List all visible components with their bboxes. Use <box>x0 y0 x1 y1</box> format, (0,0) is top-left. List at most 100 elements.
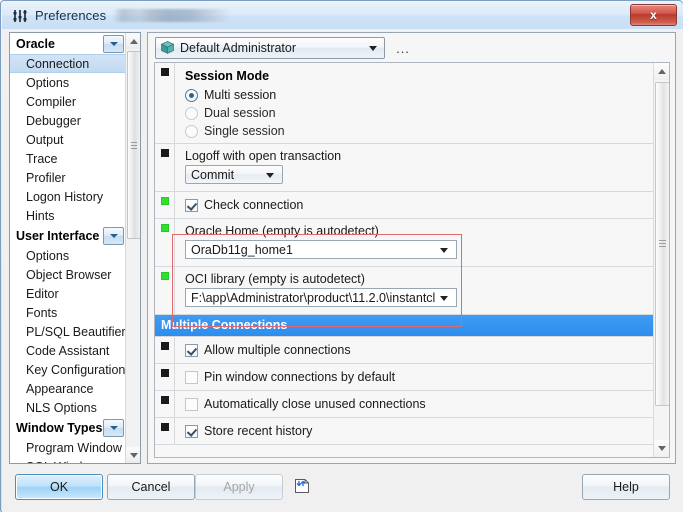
title-bar: Preferences x <box>2 2 683 29</box>
checkbox-checked-icon <box>185 343 198 357</box>
sidebar-group-label: Oracle <box>16 36 55 51</box>
sidebar-item-label: Profiler <box>26 170 66 185</box>
sidebar-scrollbar[interactable] <box>125 33 140 463</box>
options-scroll-down-button[interactable] <box>654 440 669 457</box>
sidebar-group-user-interface: User Interface <box>10 225 127 246</box>
import-settings-button[interactable] <box>291 477 313 498</box>
checkbox-check-connection[interactable]: Check connection <box>179 196 653 214</box>
sidebar-item-code-assistant[interactable]: Code Assistant <box>10 341 127 360</box>
preferences-options-list: Session Mode Multi session Dual session … <box>154 62 670 458</box>
help-button[interactable]: Help <box>582 474 670 500</box>
apply-button-label: Apply <box>223 480 255 494</box>
oracle-home-value: OraDb11g_home1 <box>191 242 293 257</box>
sidebar-item-profiler[interactable]: Profiler <box>10 168 127 187</box>
radio-label: Multi session <box>204 88 277 102</box>
sidebar-item-key-configuration[interactable]: Key Configuration <box>10 360 127 379</box>
sidebar-item-program-window[interactable]: Program Window <box>10 438 127 457</box>
sidebar-item-label: Program Window <box>26 440 122 455</box>
checkbox-auto-close-unused-connections[interactable]: Automatically close unused connections <box>179 395 653 413</box>
sidebar-item-connection[interactable]: Connection <box>10 54 127 73</box>
sidebar-list: Oracle Connection Options Compiler Debug… <box>10 33 127 463</box>
option-row-check-connection: Check connection <box>155 192 653 219</box>
status-marker <box>161 224 169 232</box>
chevron-down-icon <box>109 42 118 46</box>
window-title: Preferences <box>35 8 107 23</box>
logoff-dropdown[interactable]: Commit <box>185 165 283 184</box>
sidebar-item-label: Options <box>26 75 70 90</box>
checkbox-label: Pin window connections by default <box>204 370 396 384</box>
sidebar-item-editor[interactable]: Editor <box>10 284 127 303</box>
sidebar-group-window-types-dropdown[interactable] <box>103 419 124 437</box>
radio-on-icon <box>185 88 198 102</box>
sidebar-group-oracle: Oracle <box>10 33 127 54</box>
oracle-home-label: Oracle Home (empty is autodetect) <box>185 224 379 238</box>
radio-off-icon <box>185 124 198 138</box>
sidebar-item-label: Connection <box>26 56 90 71</box>
user-profile-dropdown[interactable]: Default Administrator <box>155 36 385 59</box>
sidebar-item-label: Appearance <box>26 381 94 396</box>
chevron-down-icon <box>266 172 274 178</box>
status-marker <box>161 369 169 377</box>
sidebar-item-appearance[interactable]: Appearance <box>10 379 127 398</box>
checkbox-pin-window-connections[interactable]: Pin window connections by default <box>179 368 653 386</box>
logoff-value: Commit <box>191 167 235 182</box>
sidebar-item-ui-options[interactable]: Options <box>10 246 127 265</box>
sidebar-group-user-interface-dropdown[interactable] <box>103 227 124 245</box>
sidebar-item-plsql-beautifier[interactable]: PL/SQL Beautifier <box>10 322 127 341</box>
status-marker <box>161 272 169 280</box>
sidebar-item-label: Logon History <box>26 189 104 204</box>
oci-library-dropdown[interactable]: F:\app\Administrator\product\11.2.0\inst… <box>185 288 457 307</box>
sidebar-item-output[interactable]: Output <box>10 130 127 149</box>
sidebar-scroll-down-button[interactable] <box>126 447 140 463</box>
sidebar-item-label: NLS Options <box>26 400 97 415</box>
ok-button[interactable]: OK <box>15 474 103 500</box>
option-row-store-recent-history: Store recent history <box>155 418 653 445</box>
checkbox-label: Allow multiple connections <box>204 343 351 357</box>
sidebar-item-options[interactable]: Options <box>10 73 127 92</box>
more-options-button[interactable]: ... <box>393 38 413 58</box>
apply-button[interactable]: Apply <box>195 474 283 500</box>
option-row-session-mode: Session Mode Multi session Dual session … <box>155 63 653 144</box>
options-scroll-content: Session Mode Multi session Dual session … <box>155 63 653 457</box>
sidebar-item-trace[interactable]: Trace <box>10 149 127 168</box>
sidebar-item-object-browser[interactable]: Object Browser <box>10 265 127 284</box>
row-divider <box>174 267 175 314</box>
sidebar-scroll-up-button[interactable] <box>126 33 140 49</box>
checkbox-allow-multiple-connections[interactable]: Allow multiple connections <box>179 341 653 359</box>
close-button[interactable]: x <box>630 4 677 26</box>
chevron-down-icon <box>109 426 118 430</box>
sidebar-item-logon-history[interactable]: Logon History <box>10 187 127 206</box>
sidebar-item-label: Fonts <box>26 305 58 320</box>
row-divider <box>174 219 175 266</box>
section-header-label: Multiple Connections <box>155 315 653 336</box>
sidebar-item-compiler[interactable]: Compiler <box>10 92 127 111</box>
checkbox-store-recent-history[interactable]: Store recent history <box>179 422 653 440</box>
sidebar-item-label: Trace <box>26 151 58 166</box>
sidebar-item-nls-options[interactable]: NLS Options <box>10 398 127 417</box>
radio-dual-session[interactable]: Dual session <box>179 104 653 122</box>
settings-sidebar: Oracle Connection Options Compiler Debug… <box>9 32 141 464</box>
options-scrollbar[interactable] <box>653 63 669 457</box>
chevron-down-icon <box>658 446 666 451</box>
sidebar-item-hints[interactable]: Hints <box>10 206 127 225</box>
sidebar-group-oracle-dropdown[interactable] <box>103 35 124 53</box>
sidebar-item-fonts[interactable]: Fonts <box>10 303 127 322</box>
chevron-up-icon <box>658 69 666 74</box>
cancel-button[interactable]: Cancel <box>107 474 195 500</box>
radio-multi-session[interactable]: Multi session <box>179 86 653 104</box>
oracle-home-dropdown[interactable]: OraDb11g_home1 <box>185 240 457 259</box>
radio-single-session[interactable]: Single session <box>179 122 653 140</box>
sidebar-scrollbar-thumb[interactable] <box>127 51 140 239</box>
radio-off-icon <box>185 106 198 120</box>
options-scrollbar-thumb[interactable] <box>655 82 669 406</box>
checkbox-label: Automatically close unused connections <box>204 397 426 411</box>
status-marker <box>161 342 169 350</box>
options-scroll-up-button[interactable] <box>654 63 669 80</box>
settings-panel: Default Administrator ... Session Mode M… <box>147 32 676 464</box>
sidebar-item-sql-window[interactable]: SQL Window <box>10 457 127 464</box>
row-divider <box>174 144 175 191</box>
sidebar-item-debugger[interactable]: Debugger <box>10 111 127 130</box>
option-row-pin-window-connections: Pin window connections by default <box>155 364 653 391</box>
client-area: Oracle Connection Options Compiler Debug… <box>2 29 683 512</box>
grip-icon <box>131 142 137 149</box>
